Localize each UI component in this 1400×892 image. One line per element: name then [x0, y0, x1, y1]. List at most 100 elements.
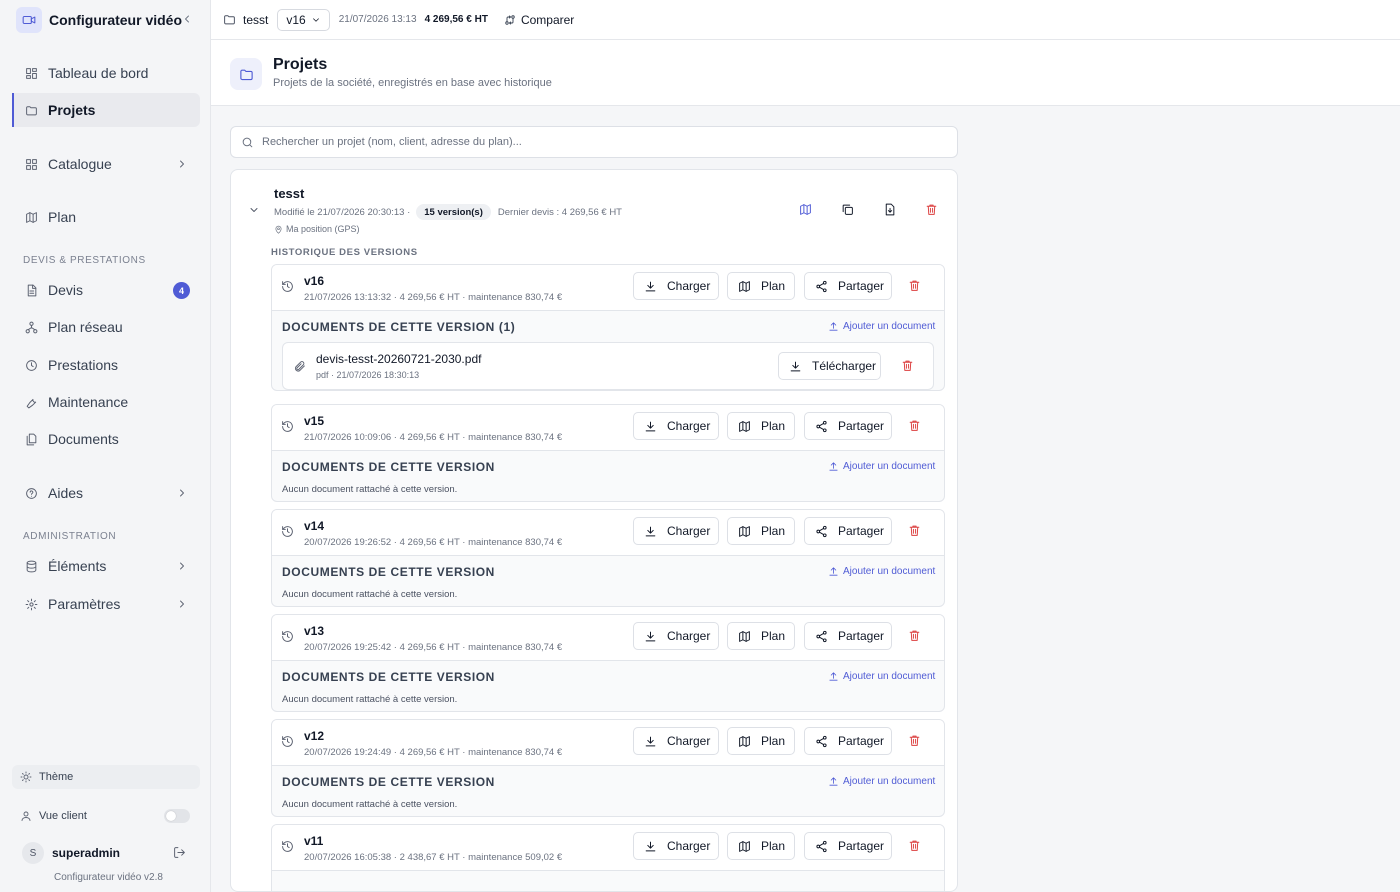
paperclip-icon [293, 360, 306, 373]
plan-version-button[interactable]: Plan [727, 272, 795, 300]
export-project-button[interactable] [875, 200, 903, 218]
delete-version-button[interactable] [908, 734, 921, 747]
chevron-right-icon [176, 487, 188, 499]
version-header: v12 20/07/2026 19:24:49 · 4 269,56 € HT … [272, 720, 944, 766]
map-icon [738, 735, 761, 748]
folder-icon [25, 104, 38, 117]
load-label: Charger [667, 629, 711, 643]
add-document-button[interactable]: Ajouter un document [828, 566, 935, 577]
load-version-button[interactable]: Charger [633, 517, 719, 545]
dashboard-icon [25, 67, 38, 80]
documents-title: DOCUMENTS DE CETTE VERSION (1) [282, 320, 516, 334]
trash-icon [908, 839, 921, 852]
delete-version-button[interactable] [908, 839, 921, 852]
version-meta: 20/07/2026 19:24:49 · 4 269,56 € HT · ma… [304, 747, 563, 758]
compare-button[interactable]: Comparer [504, 13, 574, 27]
plan-version-button[interactable]: Plan [727, 622, 795, 650]
delete-version-button[interactable] [908, 419, 921, 432]
add-document-label: Ajouter un document [843, 461, 936, 472]
sidebar-item-catalogue[interactable]: Catalogue [12, 147, 200, 181]
user-profile[interactable]: S superadmin [22, 841, 190, 865]
load-version-button[interactable]: Charger [633, 412, 719, 440]
add-document-button[interactable]: Ajouter un document [828, 321, 935, 332]
plan-label: Plan [761, 839, 786, 853]
versions-count-badge: 15 version(s) [416, 204, 491, 220]
no-documents-message: Aucun document rattaché à cette version. [282, 589, 458, 600]
share-icon [815, 735, 838, 748]
delete-version-button[interactable] [908, 629, 921, 642]
document-name: devis-tesst-20260721-2030.pdf [316, 352, 482, 366]
duplicate-project-button[interactable] [833, 200, 861, 218]
add-document-button[interactable]: Ajouter un document [828, 776, 935, 787]
sidebar-item-tableau-de-bord[interactable]: Tableau de bord [12, 56, 200, 90]
search-input[interactable] [262, 136, 942, 148]
download-icon [644, 735, 667, 748]
history-icon [281, 630, 294, 643]
share-version-button[interactable]: Partager [804, 412, 892, 440]
sidebar-item-elements[interactable]: Éléments [12, 549, 200, 583]
plan-version-button[interactable]: Plan [727, 727, 795, 755]
sidebar-item-label: Plan réseau [48, 319, 123, 335]
history-label: HISTORIQUE DES VERSIONS [271, 247, 418, 258]
download-document-button[interactable]: Télécharger [778, 352, 881, 380]
theme-toggle[interactable]: Thème [12, 765, 200, 789]
page-title: Projets [273, 56, 328, 73]
share-version-button[interactable]: Partager [804, 727, 892, 755]
grid-icon [25, 158, 38, 171]
sidebar-item-parametres[interactable]: Paramètres [12, 587, 200, 621]
brand[interactable]: Configurateur vidéo [16, 6, 182, 34]
version-header: v13 20/07/2026 19:25:42 · 4 269,56 € HT … [272, 615, 944, 661]
chevron-left-icon[interactable] [181, 13, 193, 25]
sidebar-item-documents[interactable]: Documents [12, 422, 200, 456]
map-icon [738, 630, 761, 643]
trash-icon [908, 419, 921, 432]
delete-document-button[interactable] [901, 359, 914, 372]
sidebar-item-aides[interactable]: Aides [12, 476, 200, 510]
trash-icon [908, 279, 921, 292]
copy-icon [841, 203, 854, 216]
history-icon [281, 420, 294, 433]
load-version-button[interactable]: Charger [633, 832, 719, 860]
add-document-button[interactable]: Ajouter un document [828, 461, 935, 472]
sidebar-item-maintenance[interactable]: Maintenance [12, 385, 200, 419]
share-version-button[interactable]: Partager [804, 622, 892, 650]
sidebar-item-projets[interactable]: Projets [12, 93, 200, 127]
logout-icon[interactable] [173, 846, 186, 859]
open-plan-button[interactable] [791, 200, 819, 218]
plan-version-button[interactable]: Plan [727, 517, 795, 545]
delete-project-button[interactable] [917, 200, 945, 218]
sidebar-item-devis[interactable]: Devis 4 [12, 273, 200, 307]
chevron-down-icon[interactable] [248, 204, 260, 216]
version-meta: 20/07/2026 16:05:38 · 2 438,67 € HT · ma… [304, 852, 563, 863]
version-block: v15 21/07/2026 10:09:06 · 4 269,56 € HT … [271, 404, 945, 502]
load-version-button[interactable]: Charger [633, 622, 719, 650]
version-header: v15 21/07/2026 10:09:06 · 4 269,56 € HT … [272, 405, 944, 451]
sidebar-item-prestations[interactable]: Prestations [12, 348, 200, 382]
share-version-button[interactable]: Partager [804, 832, 892, 860]
sidebar-item-plan[interactable]: Plan [12, 200, 200, 234]
version-meta: 20/07/2026 19:26:52 · 4 269,56 € HT · ma… [304, 537, 563, 548]
client-view-toggle[interactable] [164, 809, 190, 823]
download-icon [789, 360, 812, 373]
add-document-button[interactable]: Ajouter un document [828, 671, 935, 682]
share-version-button[interactable]: Partager [804, 517, 892, 545]
chevron-down-icon [306, 15, 321, 25]
project-modified: Modifié le 21/07/2026 20:30:13 · [274, 206, 411, 218]
delete-version-button[interactable] [908, 524, 921, 537]
upload-icon [828, 321, 843, 332]
share-version-button[interactable]: Partager [804, 272, 892, 300]
version-name: v13 [304, 624, 325, 638]
theme-label: Thème [39, 771, 74, 783]
delete-version-button[interactable] [908, 279, 921, 292]
version-select[interactable]: v16 [277, 8, 330, 31]
plan-version-button[interactable]: Plan [727, 832, 795, 860]
share-label: Partager [838, 524, 885, 538]
load-version-button[interactable]: Charger [633, 727, 719, 755]
sidebar-item-plan-reseau[interactable]: Plan réseau [12, 310, 200, 344]
load-version-button[interactable]: Charger [633, 272, 719, 300]
share-label: Partager [838, 839, 885, 853]
document-meta: pdf · 21/07/2026 18:30:13 [316, 370, 420, 380]
plan-version-button[interactable]: Plan [727, 412, 795, 440]
gear-icon [25, 598, 38, 611]
sidebar-item-label: Projets [48, 102, 96, 118]
